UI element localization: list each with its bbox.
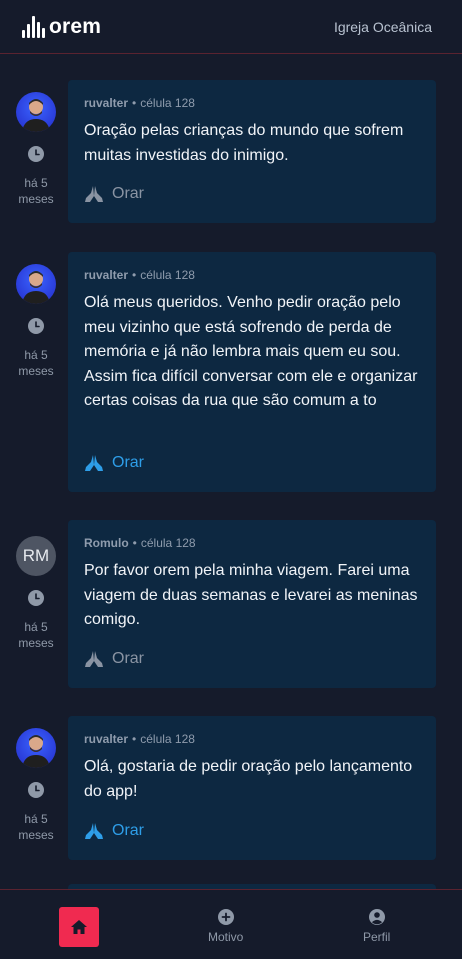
pray-button[interactable]: Orar	[84, 650, 144, 668]
pray-label: Orar	[112, 185, 144, 202]
time-ago: há 5 meses	[18, 176, 54, 206]
group-name: célula 128	[140, 96, 195, 110]
post-sidebar: há 5 meses	[16, 728, 56, 843]
time-ago: há 5 meses	[18, 348, 54, 378]
meta-separator: •	[132, 536, 137, 550]
avatar[interactable]	[16, 264, 56, 304]
nav-perfil[interactable]: Perfil	[363, 909, 390, 944]
avatar[interactable]	[16, 728, 56, 768]
post-meta: Romulo • célula 128	[84, 536, 420, 551]
home-button[interactable]	[59, 907, 99, 947]
author-name[interactable]: ruvalter	[84, 96, 128, 110]
pray-label: Orar	[112, 454, 144, 471]
prayer-card: ruvalter • célula 128 Olá meus queridos. V…	[68, 252, 436, 492]
clock-icon	[28, 318, 44, 339]
author-name[interactable]: Romulo	[84, 536, 129, 550]
logo-text: orem	[49, 14, 102, 38]
post-meta: ruvalter • célula 128	[84, 268, 420, 283]
user-photo-icon	[22, 99, 50, 132]
praying-hands-icon	[85, 823, 103, 839]
time-ago: há 5 meses	[18, 812, 54, 842]
prayer-card: ruvalter • célula 128 Oração pelas criança…	[68, 80, 436, 223]
clock-icon	[28, 590, 44, 611]
home-icon	[71, 920, 87, 934]
nav-motivo-label: Motivo	[208, 930, 244, 944]
group-name: célula 128	[140, 536, 196, 550]
clock-icon	[28, 146, 44, 167]
prayer-text: Por favor orem pela minha viagem. Farei …	[84, 562, 418, 628]
clock-icon	[28, 782, 44, 803]
user-photo-icon	[22, 271, 50, 304]
avatar-initials: RM	[22, 546, 50, 565]
post-sidebar: há 5 meses	[16, 92, 56, 207]
pray-button[interactable]: Orar	[84, 454, 144, 472]
author-name[interactable]: ruvalter	[84, 268, 128, 282]
orem-logo[interactable]: orem	[22, 15, 101, 39]
bottom-nav: Motivo Perfil	[0, 889, 462, 959]
prayer-card: ruvalter • célula 128 Olá, gostaria de ped…	[68, 716, 436, 860]
pray-button[interactable]: Orar	[84, 185, 144, 203]
nav-perfil-label: Perfil	[363, 930, 391, 944]
post-sidebar: RM há 5 meses	[16, 536, 56, 651]
prayer-card: Romulo • célula 128 Por favor orem pela mi…	[68, 520, 436, 688]
prayer-text: Olá meus queridos. Venho pedir oração pe…	[84, 294, 418, 409]
avatar[interactable]	[16, 92, 56, 132]
pray-label: Orar	[112, 822, 144, 839]
app-header: orem Igreja Oceânica	[0, 0, 462, 54]
praying-hands-icon	[85, 651, 103, 667]
time-ago: há 5 meses	[18, 620, 54, 650]
post-meta: ruvalter • célula 128	[84, 96, 420, 111]
praying-hands-icon	[85, 186, 103, 202]
prayer-text: Olá, gostaria de pedir oração pelo lança…	[84, 758, 413, 800]
meta-separator: •	[132, 268, 137, 282]
pray-label: Orar	[112, 650, 144, 667]
pray-button[interactable]: Orar	[84, 822, 144, 840]
meta-separator: •	[132, 96, 137, 110]
group-name: célula 128	[140, 732, 195, 746]
group-name: célula 128	[140, 268, 195, 282]
praying-hands-icon	[85, 455, 103, 471]
nav-motivo[interactable]: Motivo	[208, 909, 243, 944]
logo-bars-icon	[22, 15, 45, 38]
post-meta: ruvalter • célula 128	[84, 732, 420, 747]
avatar[interactable]: RM	[16, 536, 56, 576]
prayer-text: Oração pelas crianças do mundo que sofre…	[84, 122, 404, 164]
user-circle-icon	[368, 909, 385, 925]
meta-separator: •	[132, 732, 137, 746]
church-name[interactable]: Igreja Oceânica	[334, 19, 432, 35]
post-sidebar: há 5 meses	[16, 264, 56, 379]
add-circle-icon	[217, 909, 234, 925]
user-photo-icon	[22, 735, 50, 768]
author-name[interactable]: ruvalter	[84, 732, 128, 746]
